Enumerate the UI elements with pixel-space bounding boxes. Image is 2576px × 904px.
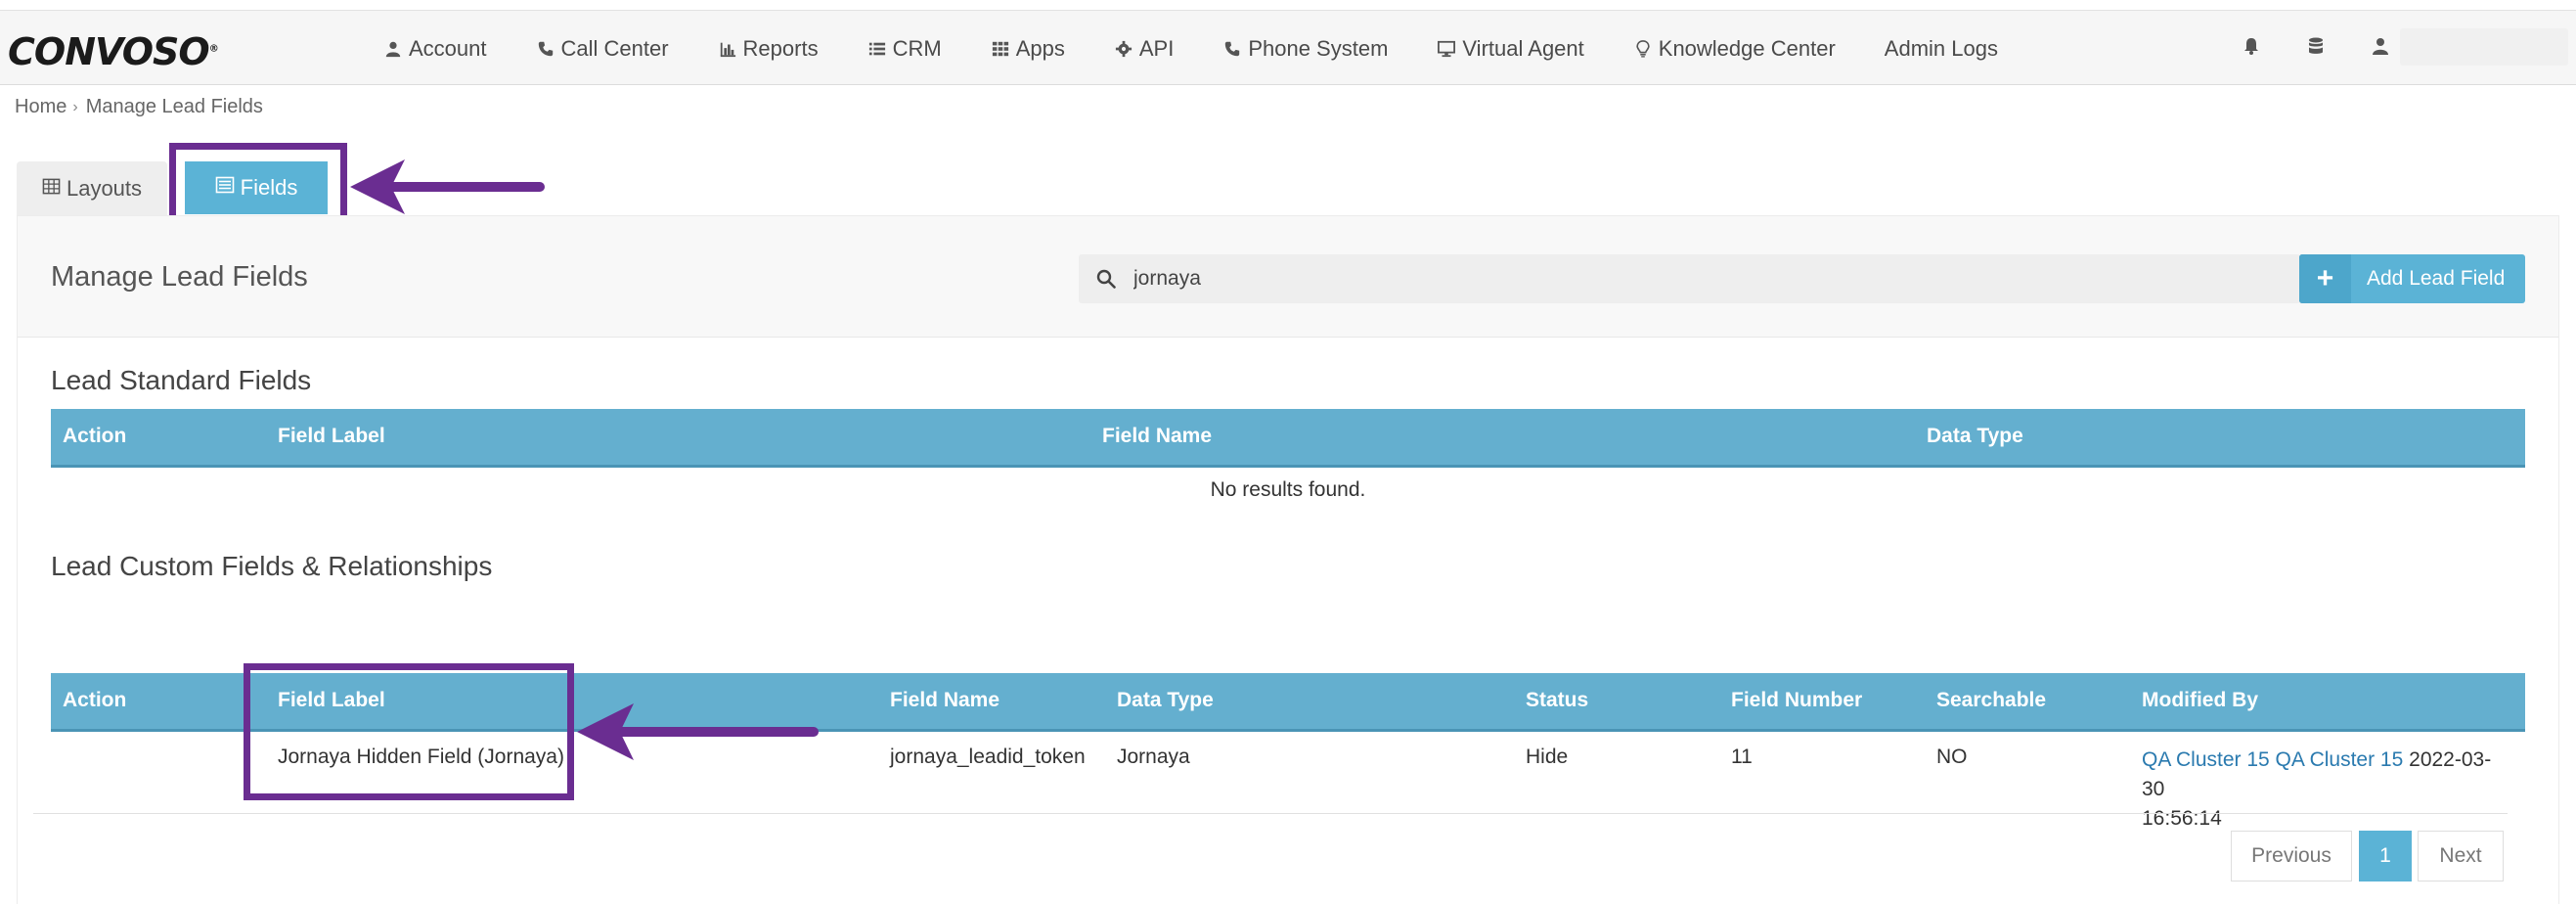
- phone-icon: [1222, 39, 1242, 59]
- plus-icon: +: [2299, 254, 2351, 303]
- annotation-arrow-fields-tab: [350, 159, 545, 214]
- database-icon[interactable]: [2306, 36, 2326, 61]
- cell-data-type: Jornaya: [1117, 745, 1190, 768]
- row-divider: [33, 813, 2508, 814]
- column-header[interactable]: Data Type: [1105, 673, 1514, 732]
- table-icon: [42, 176, 67, 202]
- bell-icon[interactable]: [2242, 36, 2261, 61]
- cell-searchable: NO: [1936, 745, 1968, 768]
- cell-status: Hide: [1526, 745, 1569, 768]
- user-icon: [383, 39, 403, 59]
- column-header[interactable]: Data Type: [1915, 409, 2525, 468]
- column-header[interactable]: Field Number: [1719, 673, 1925, 732]
- grid-icon: [991, 39, 1010, 59]
- nav-knowledge-center-label: Knowledge Center: [1658, 35, 1836, 61]
- lightbulb-icon: [1633, 39, 1653, 59]
- tab-layouts-label: Layouts: [66, 176, 143, 201]
- breadcrumb-home[interactable]: Home: [15, 96, 67, 118]
- nav-call-center[interactable]: Call Center: [536, 36, 669, 62]
- search-box: [1079, 254, 2300, 303]
- pagination-previous[interactable]: Previous: [2231, 831, 2352, 881]
- breadcrumb-current: Manage Lead Fields: [85, 96, 263, 117]
- nav-knowledge-center[interactable]: Knowledge Center: [1633, 36, 1836, 62]
- cell-action[interactable]: [51, 730, 266, 847]
- list-icon: [867, 39, 887, 59]
- column-header[interactable]: Field Name: [878, 673, 1105, 732]
- main-nav: Account Call Center Reports CRM Apps API…: [383, 11, 2047, 86]
- page-title: Manage Lead Fields: [51, 261, 308, 293]
- breadcrumb-separator: ›: [72, 98, 78, 115]
- nav-call-center-label: Call Center: [560, 35, 669, 61]
- column-header[interactable]: Field Label: [266, 409, 1090, 468]
- cell-modified-by: QA Cluster 15 QA Cluster 15 2022-03-30 1…: [2130, 730, 2525, 847]
- nav-phone-system-label: Phone System: [1248, 35, 1389, 61]
- standard-fields-table: Action Field Label Field Name Data Type: [51, 409, 2525, 468]
- nav-api[interactable]: API: [1114, 36, 1174, 62]
- nav-crm-label: CRM: [892, 35, 942, 61]
- tab-layouts[interactable]: Layouts: [17, 161, 167, 216]
- nav-reports[interactable]: Reports: [718, 36, 819, 62]
- tab-fields[interactable]: Fields: [185, 161, 328, 214]
- add-lead-field-label: Add Lead Field: [2367, 267, 2506, 290]
- nav-virtual-agent-label: Virtual Agent: [1462, 35, 1584, 61]
- user-menu[interactable]: [2400, 28, 2568, 66]
- nav-virtual-agent[interactable]: Virtual Agent: [1437, 35, 1584, 62]
- nav-apps-label: Apps: [1015, 35, 1065, 61]
- modified-by-link[interactable]: QA Cluster 15 QA Cluster 15: [2142, 748, 2403, 771]
- list-alt-icon: [215, 175, 241, 201]
- nav-right-icons: [2242, 11, 2390, 86]
- nav-crm[interactable]: CRM: [867, 36, 942, 62]
- gear-icon: [1114, 39, 1133, 59]
- pagination-next[interactable]: Next: [2418, 831, 2504, 881]
- standard-fields-title: Lead Standard Fields: [51, 365, 312, 395]
- user-icon[interactable]: [2371, 36, 2390, 61]
- field-label-highlight: [244, 663, 574, 800]
- column-header[interactable]: Searchable: [1925, 673, 2130, 732]
- custom-fields-title: Lead Custom Fields & Relationships: [51, 551, 493, 581]
- cell-field-name: jornaya_leadid_token: [890, 745, 1086, 768]
- column-header[interactable]: Modified By: [2130, 673, 2525, 732]
- search-input[interactable]: [1133, 254, 2258, 303]
- nav-account-label: Account: [409, 35, 487, 61]
- modified-time: 16:56:14: [2142, 806, 2222, 830]
- pagination-page-1[interactable]: 1: [2359, 831, 2412, 881]
- top-navbar: CONVOSO® Account Call Center Reports CRM…: [0, 10, 2576, 85]
- tab-fields-label: Fields: [240, 175, 298, 200]
- nav-account[interactable]: Account: [383, 36, 487, 62]
- panel-header: Manage Lead Fields + Add Lead Field: [18, 216, 2558, 338]
- nav-admin-logs[interactable]: Admin Logs: [1885, 36, 1998, 62]
- phone-icon: [536, 39, 555, 59]
- convoso-logo[interactable]: CONVOSO®: [8, 30, 219, 73]
- column-header[interactable]: Status: [1514, 673, 1719, 732]
- add-lead-field-button[interactable]: + Add Lead Field: [2299, 254, 2525, 303]
- no-results-message: No results found.: [1210, 478, 1366, 501]
- annotation-arrow-field-label: [577, 703, 819, 760]
- nav-phone-system[interactable]: Phone System: [1222, 36, 1388, 62]
- nav-admin-logs-label: Admin Logs: [1884, 35, 1998, 61]
- column-header[interactable]: Action: [51, 673, 266, 732]
- breadcrumb: Home › Manage Lead Fields: [15, 96, 263, 118]
- nav-apps[interactable]: Apps: [991, 36, 1065, 62]
- manage-lead-fields-panel: Manage Lead Fields + Add Lead Field Lead…: [17, 215, 2559, 904]
- cell-field-number: 11: [1731, 745, 1753, 768]
- column-header[interactable]: Action: [51, 409, 266, 468]
- nav-api-label: API: [1138, 35, 1175, 61]
- monitor-icon: [1437, 39, 1456, 59]
- column-header[interactable]: Field Name: [1090, 409, 1915, 468]
- nav-reports-label: Reports: [742, 35, 819, 61]
- bar-chart-icon: [718, 39, 737, 59]
